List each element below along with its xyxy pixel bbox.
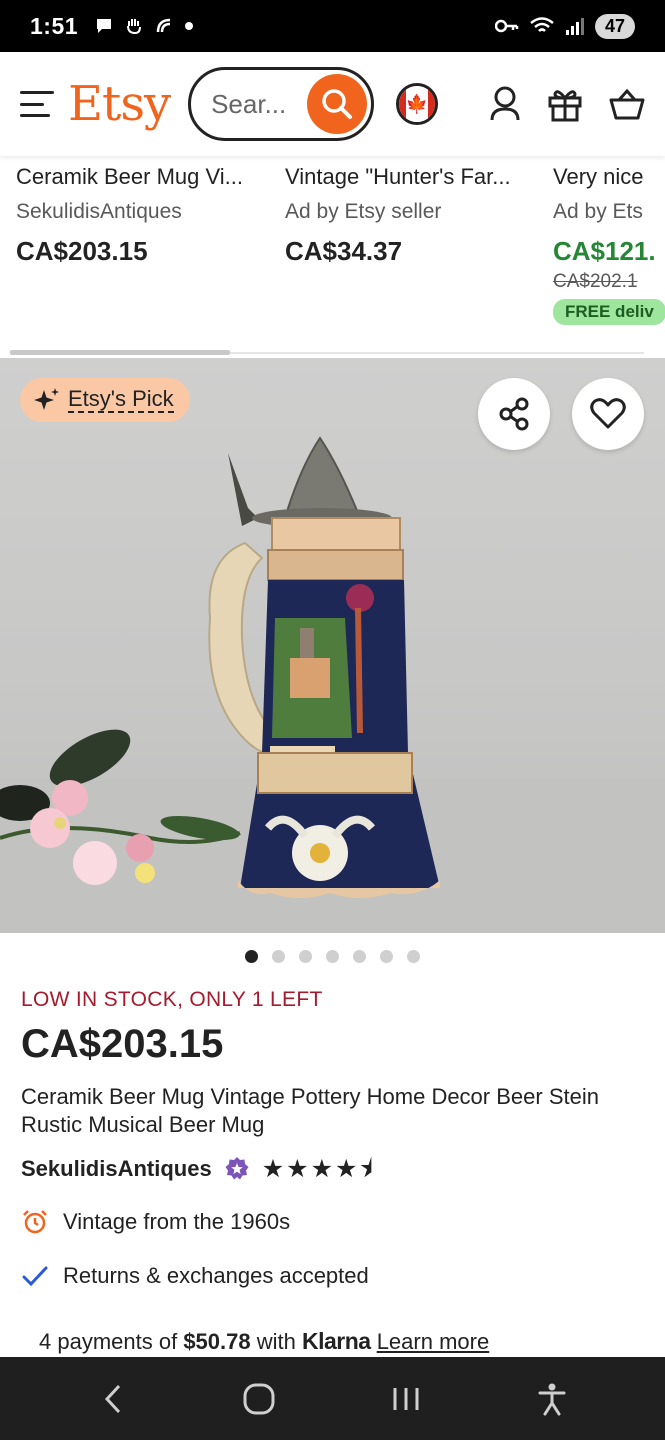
product-title: Ceramik Beer Mug Vintage Pottery Home De… <box>21 1084 599 1137</box>
recommended-original-price: CA$202.1 <box>553 271 638 292</box>
stock-status: LOW IN STOCK, ONLY 1 LEFT <box>21 988 323 1011</box>
recommended-price: CA$203.15 <box>16 236 148 266</box>
klarna-logo: Klarna <box>301 1328 371 1354</box>
back-icon <box>105 1384 121 1413</box>
klarna-middle: with <box>250 1329 302 1354</box>
back-button[interactable] <box>83 1369 143 1429</box>
accessibility-button[interactable] <box>522 1369 582 1429</box>
search-input[interactable]: Sear... <box>188 67 375 141</box>
star-half-icon: ⯨ <box>359 1154 373 1183</box>
recents-icon <box>393 1387 419 1410</box>
pagination-dot[interactable] <box>407 950 420 963</box>
recommended-card[interactable]: Vintage "Hunter's Far... Ad by Etsy sell… <box>285 164 545 267</box>
share-icon <box>499 397 529 431</box>
home-icon <box>243 1383 275 1414</box>
share-button[interactable] <box>478 378 550 450</box>
beer-stein-photo <box>0 436 665 933</box>
dot-icon <box>185 22 194 30</box>
recommended-card[interactable]: Ceramik Beer Mug Vi... SekulidisAntiques… <box>16 164 276 267</box>
pagination-dot[interactable] <box>380 950 393 963</box>
search-icon <box>322 89 353 119</box>
system-navigation-bar <box>0 1357 665 1440</box>
recommended-sale-price: CA$121. <box>553 236 656 266</box>
search-placeholder: Sear... <box>211 88 287 119</box>
feature-text: Returns & exchanges accepted <box>63 1263 369 1288</box>
search-button[interactable] <box>307 74 368 134</box>
heart-icon <box>590 398 626 429</box>
image-pagination[interactable] <box>0 950 665 963</box>
pagination-dot[interactable] <box>299 950 312 963</box>
star-full-icon: ★ <box>334 1154 358 1183</box>
signal-icon <box>566 18 584 35</box>
recommended-carousel[interactable]: Ceramik Beer Mug Vi... SekulidisAntiques… <box>0 156 665 356</box>
klarna-amount: $50.78 <box>183 1329 251 1354</box>
recommended-seller: Ad by Etsy seller <box>285 200 442 223</box>
carousel-scroll-thumb[interactable] <box>10 350 230 355</box>
key-icon <box>495 19 519 33</box>
accessibility-icon <box>538 1383 566 1415</box>
recommended-seller: Ad by Ets <box>553 200 643 223</box>
gift-icon[interactable] <box>547 86 583 122</box>
checkmark-icon <box>22 1266 48 1287</box>
product-image[interactable]: Etsy's Pick <box>0 358 665 933</box>
pagination-dot[interactable] <box>272 950 285 963</box>
home-button[interactable] <box>229 1369 289 1429</box>
menu-icon[interactable] <box>20 91 54 117</box>
alarm-clock-icon <box>23 1210 47 1234</box>
pagination-dot[interactable] <box>245 950 258 963</box>
hand-icon <box>127 19 142 35</box>
seller-name[interactable]: SekulidisAntiques <box>21 1156 212 1182</box>
star-full-icon: ★ <box>286 1154 309 1183</box>
recommended-title: Ceramik Beer Mug Vi... <box>16 164 244 189</box>
account-icon[interactable] <box>489 85 521 123</box>
klarna-payment-info: 4 payments of $50.78 with Klarna Learn m… <box>39 1328 489 1355</box>
recommended-title: Vintage "Hunter's Far... <box>285 164 511 189</box>
battery-level: 47 <box>595 13 635 39</box>
star-seller-icon <box>225 1157 249 1180</box>
feature-returns: Returns & exchanges accepted <box>21 1262 641 1290</box>
learn-more-link[interactable]: Learn more <box>377 1329 490 1354</box>
recommended-card[interactable]: Very nice Ad by Ets CA$121. CA$202.1 FRE… <box>553 164 665 325</box>
phone-signal-icon <box>156 18 171 33</box>
star-full-icon: ★ <box>310 1154 333 1183</box>
recommended-seller: SekulidisAntiques <box>16 200 182 223</box>
status-time: 1:51 <box>30 12 79 39</box>
etsy-pick-badge[interactable]: Etsy's Pick <box>20 378 190 422</box>
rating-stars[interactable]: ★ ★ ★ ★ ⯨ <box>261 1154 373 1183</box>
seller-row[interactable]: SekulidisAntiques ★ ★ ★ ★ ⯨ <box>21 1156 641 1182</box>
klarna-prefix: 4 payments of <box>39 1329 184 1354</box>
canada-flag-icon[interactable]: 🍁 <box>396 83 439 125</box>
wifi-icon <box>530 17 554 32</box>
cart-icon[interactable] <box>609 88 645 120</box>
favorite-button[interactable] <box>572 378 644 450</box>
feature-vintage: Vintage from the 1960s <box>21 1208 641 1236</box>
recommended-price: CA$34.37 <box>285 236 403 266</box>
top-app-bar: Etsy Sear... 🍁 <box>0 52 665 156</box>
status-right: 47 <box>495 13 635 39</box>
feature-text: Vintage from the 1960s <box>63 1209 291 1234</box>
recommended-title: Very nice <box>553 164 644 189</box>
product-details: LOW IN STOCK, ONLY 1 LEFT CA$203.15 Cera… <box>21 988 641 1290</box>
sparkle-icon <box>34 388 59 410</box>
product-price: CA$203.15 <box>21 1022 224 1066</box>
chat-bubble-icon <box>97 19 112 33</box>
recents-button[interactable] <box>376 1369 436 1429</box>
pagination-dot[interactable] <box>353 950 366 963</box>
etsy-pick-label: Etsy's Pick <box>68 386 174 414</box>
etsy-logo[interactable]: Etsy <box>68 76 171 132</box>
status-bar: 1:51 47 <box>0 0 665 52</box>
pagination-dot[interactable] <box>326 950 339 963</box>
free-delivery-badge: FREE deliv <box>553 299 665 325</box>
star-full-icon: ★ <box>261 1154 285 1183</box>
notification-icons <box>94 16 194 36</box>
